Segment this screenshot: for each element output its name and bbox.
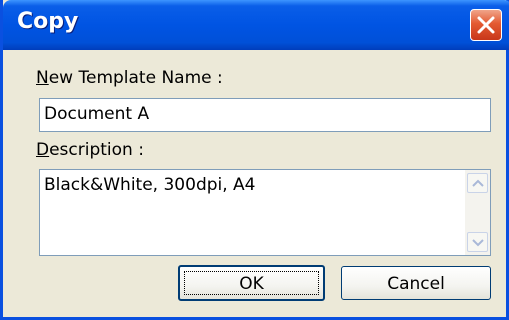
description-value: Black&White, 300dpi, A4 [44,175,256,195]
close-icon [477,16,495,34]
template-name-mnemonic: N [36,68,49,88]
window-title: Copy [17,9,79,34]
ok-button-label: OK [239,274,264,294]
cancel-button-label: Cancel [387,274,445,294]
description-label-text: escription : [49,140,144,160]
ok-button[interactable]: OK [178,265,325,301]
description-scrollbar[interactable] [465,170,490,255]
template-name-label: New Template Name : [36,68,223,88]
description-textarea[interactable]: Black&White, 300dpi, A4 [39,169,491,256]
template-name-value: Document A [44,104,150,124]
cancel-button[interactable]: Cancel [341,266,491,300]
title-bar[interactable]: Copy [3,0,509,50]
copy-dialog: Copy New Template Name : Document A Desc… [0,0,509,320]
description-label: Description : [36,140,144,160]
close-button[interactable] [470,9,502,41]
scroll-up-button[interactable] [467,173,488,193]
description-mnemonic: D [36,140,50,160]
template-name-label-text: ew Template Name : [48,68,223,88]
scroll-up-arrow-icon [472,179,484,187]
scroll-down-arrow-icon [472,239,484,247]
template-name-input[interactable]: Document A [39,98,491,132]
scroll-down-button[interactable] [467,232,488,252]
